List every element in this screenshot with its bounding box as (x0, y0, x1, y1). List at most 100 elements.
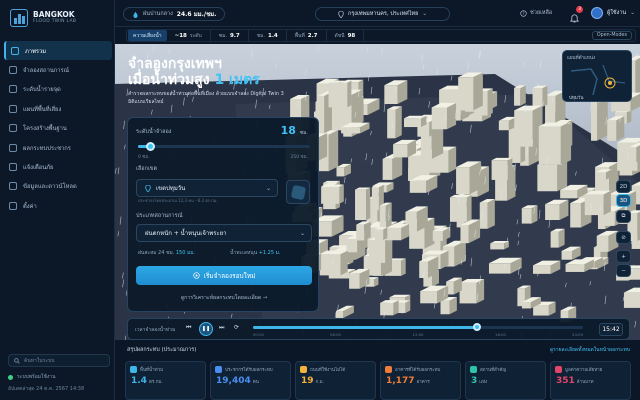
metric-value: ~18 (174, 32, 187, 39)
card-label: อาคารที่ได้รับผลกระทบ (395, 368, 441, 373)
slider-handle[interactable] (146, 142, 156, 151)
sidebar-item-alerts[interactable]: แจ้งเตือนภัย (4, 157, 112, 176)
sidebar-item-water-level[interactable]: ระดับน้ำรายจุด (4, 80, 112, 99)
rain-indicator[interactable]: ฝนปานกลาง 24.6 มม./ชม. (123, 7, 226, 21)
district-select[interactable]: เขตปทุมวัน ⌄ (136, 179, 278, 197)
scenario-label: ประเภทสถานการณ์ (136, 213, 183, 219)
chevron-down-icon: ⌄ (265, 185, 271, 192)
card-value-wrap: 351 ล้านบาท (556, 376, 594, 386)
sidebar-item-label: โครงสร้างพื้นฐาน (23, 126, 67, 133)
skip-back-icon[interactable]: ⏮ (186, 324, 191, 332)
card-unit: ล้านบาท (576, 380, 594, 385)
building (458, 72, 483, 111)
metric-item: ซม. 9.7 (211, 30, 249, 41)
metric-label: พื้นที่ (294, 32, 305, 39)
timeline-tick-label: 06:00 (330, 332, 341, 337)
metric-label: ชม. (256, 32, 265, 39)
summary-link[interactable]: ดูรายละเอียดทั้งหมดในหน้าผลกระทบ (550, 346, 630, 354)
district-label: เลือกเขต (136, 166, 158, 172)
database-icon (9, 182, 17, 191)
location-text: กรุงเทพมหานคร, ประเทศไทย (348, 11, 419, 17)
card-label: ถนนที่ใช้งานไม่ได้ (310, 368, 346, 373)
sidebar-item-overview[interactable]: ภาพรวม (4, 41, 112, 61)
card-icon (470, 366, 477, 373)
timeline-bar: เวลาจำลองน้ำท่วม ⏮ ❚❚ ⏭ ⟳ 00:00 06:00 12:0… (127, 318, 630, 340)
card-unit: แห่ง (479, 380, 488, 385)
building (490, 241, 509, 250)
affected-population-card[interactable]: ประชากรได้รับผลกระทบ 19,404 คน (210, 361, 291, 400)
zoom-in-button[interactable]: + (616, 250, 631, 263)
sidebar-item-simulation[interactable]: จำลองสถานการณ์ (4, 60, 112, 79)
sidebar-item-label: แผนที่พื้นที่เสี่ยง (23, 106, 62, 113)
building (514, 105, 543, 147)
timeline-handle[interactable] (473, 323, 482, 331)
slider-min-label: 0 ซม. (138, 155, 150, 160)
user-name: ผู้ใช้งาน (607, 10, 627, 16)
notifications-button[interactable]: 3 (569, 6, 583, 23)
sidebar-search-input[interactable]: ค้นหาในระบบ (8, 354, 110, 367)
sidebar-item-data[interactable]: ข้อมูลและดาวน์โหลด (4, 177, 112, 196)
page-title: จำลองกรุงเทพฯ เมื่อน้ำท่วมสูง 1 เมตร (128, 56, 260, 88)
open-modes-button[interactable]: Open-Modes (591, 31, 632, 40)
run-simulation-button[interactable]: เริ่มจำลองรอบใหม่ (136, 266, 312, 285)
building (521, 205, 538, 224)
scenario-select[interactable]: ฝนตกหนัก + น้ำหนุนเจ้าพระยา ⌄ (136, 224, 312, 242)
timeline-ticks: 00:00 06:00 12:00 18:00 24:00 (253, 332, 583, 338)
card-label: สถานที่สำคัญ (480, 368, 507, 373)
layers-button[interactable]: ⧉ (616, 210, 631, 223)
top-bar: ฝนปานกลาง 24.6 มม./ชม. กรุงเทพมหานคร, ปร… (115, 0, 640, 27)
speed-icon[interactable]: ⟳ (234, 324, 239, 331)
card-label: พื้นที่น้ำท่วม (140, 368, 164, 373)
card-label: มูลค่าความเสียหาย (565, 368, 603, 373)
building (328, 80, 352, 108)
roads-card[interactable]: ถนนที่ใช้งานไม่ได้ 19 ก.ม. (295, 361, 376, 400)
current-time: 15:42 (599, 323, 623, 336)
building (514, 85, 526, 106)
details-link[interactable]: ดูการวิเคราะห์ผลกระทบโดยละเอียด → (128, 294, 320, 302)
card-icon (130, 366, 137, 373)
help-button[interactable]: ? ช่วยเหลือ (520, 9, 552, 17)
search-placeholder: ค้นหาในระบบ (24, 357, 55, 364)
search-icon (14, 357, 20, 364)
zoom-out-button[interactable]: − (616, 264, 631, 277)
sidebar-item-risk-map[interactable]: แผนที่พื้นที่เสี่ยง (4, 99, 112, 118)
damage-card[interactable]: มูลค่าความเสียหาย 351 ล้านบาท (550, 361, 631, 400)
user-menu[interactable]: ผู้ใช้งาน ⌄ (591, 7, 635, 19)
sidebar-item-label: ระดับน้ำรายจุด (23, 87, 61, 94)
avatar (591, 7, 603, 19)
skip-forward-icon[interactable]: ⏭ (219, 324, 224, 332)
sidebar-item-label: ภาพรวม (25, 48, 47, 55)
buildings-card[interactable]: อาคารที่ได้รับผลกระทบ 1,177 อาคาร (380, 361, 461, 400)
impact-summary: สรุปผลกระทบ (ประมาณการ) ดูรายละเอียดทั้ง… (115, 340, 640, 400)
metrics-label: ความเสี่ยงน้ำ (128, 30, 167, 41)
landmarks-card[interactable]: สถานที่สำคัญ 3 แห่ง (465, 361, 546, 400)
chip-label: ฝนสะสม 24 ชม. (138, 250, 175, 256)
location-selector[interactable]: กรุงเทพมหานคร, ประเทศไทย ⌄ (315, 7, 450, 21)
view-3d-button[interactable]: 3D (616, 194, 631, 207)
run-button-label: เริ่มจำลองรอบใหม่ (203, 271, 256, 280)
compass-button[interactable]: ⊘ (616, 231, 631, 244)
timeline-slider[interactable] (253, 323, 583, 331)
sidebar-item-settings[interactable]: ตั้งค่า (4, 196, 112, 215)
district-note: ประชากรโดยประมาณ 12,3 คน · 8.3 ตร.กม. (138, 198, 218, 203)
chip-value: 150 มม. (175, 250, 196, 256)
level-label: ระดับน้ำจำลอง (136, 129, 172, 135)
metric-item: ~18 ระดับ (167, 30, 211, 41)
users-icon (9, 143, 17, 152)
sidebar-item-infrastructure[interactable]: โครงสร้างพื้นฐาน (4, 119, 112, 138)
building (532, 85, 548, 107)
sidebar-item-population[interactable]: ผลกระทบประชากร (4, 138, 112, 157)
app-logo[interactable]: BANGKOK FLOOD TWIN LAB (10, 9, 76, 27)
card-value: 351 (556, 376, 575, 386)
timeline-tick-label: 00:00 (253, 332, 264, 337)
timeline-fill (253, 326, 478, 329)
minimap[interactable]: แผนที่ตำแหน่ง ปทุมวัน (562, 50, 632, 102)
play-circle-icon (192, 272, 200, 279)
district-thumbnail[interactable] (286, 180, 310, 204)
water-level-slider[interactable] (138, 142, 310, 151)
pause-button[interactable]: ❚❚ (199, 322, 213, 336)
building (456, 161, 482, 195)
card-value: 1.4 (131, 376, 147, 386)
view-2d-button[interactable]: 2D (616, 180, 631, 193)
flood-area-card[interactable]: พื้นที่น้ำท่วม 1.4 ตร.กม. (125, 361, 206, 400)
